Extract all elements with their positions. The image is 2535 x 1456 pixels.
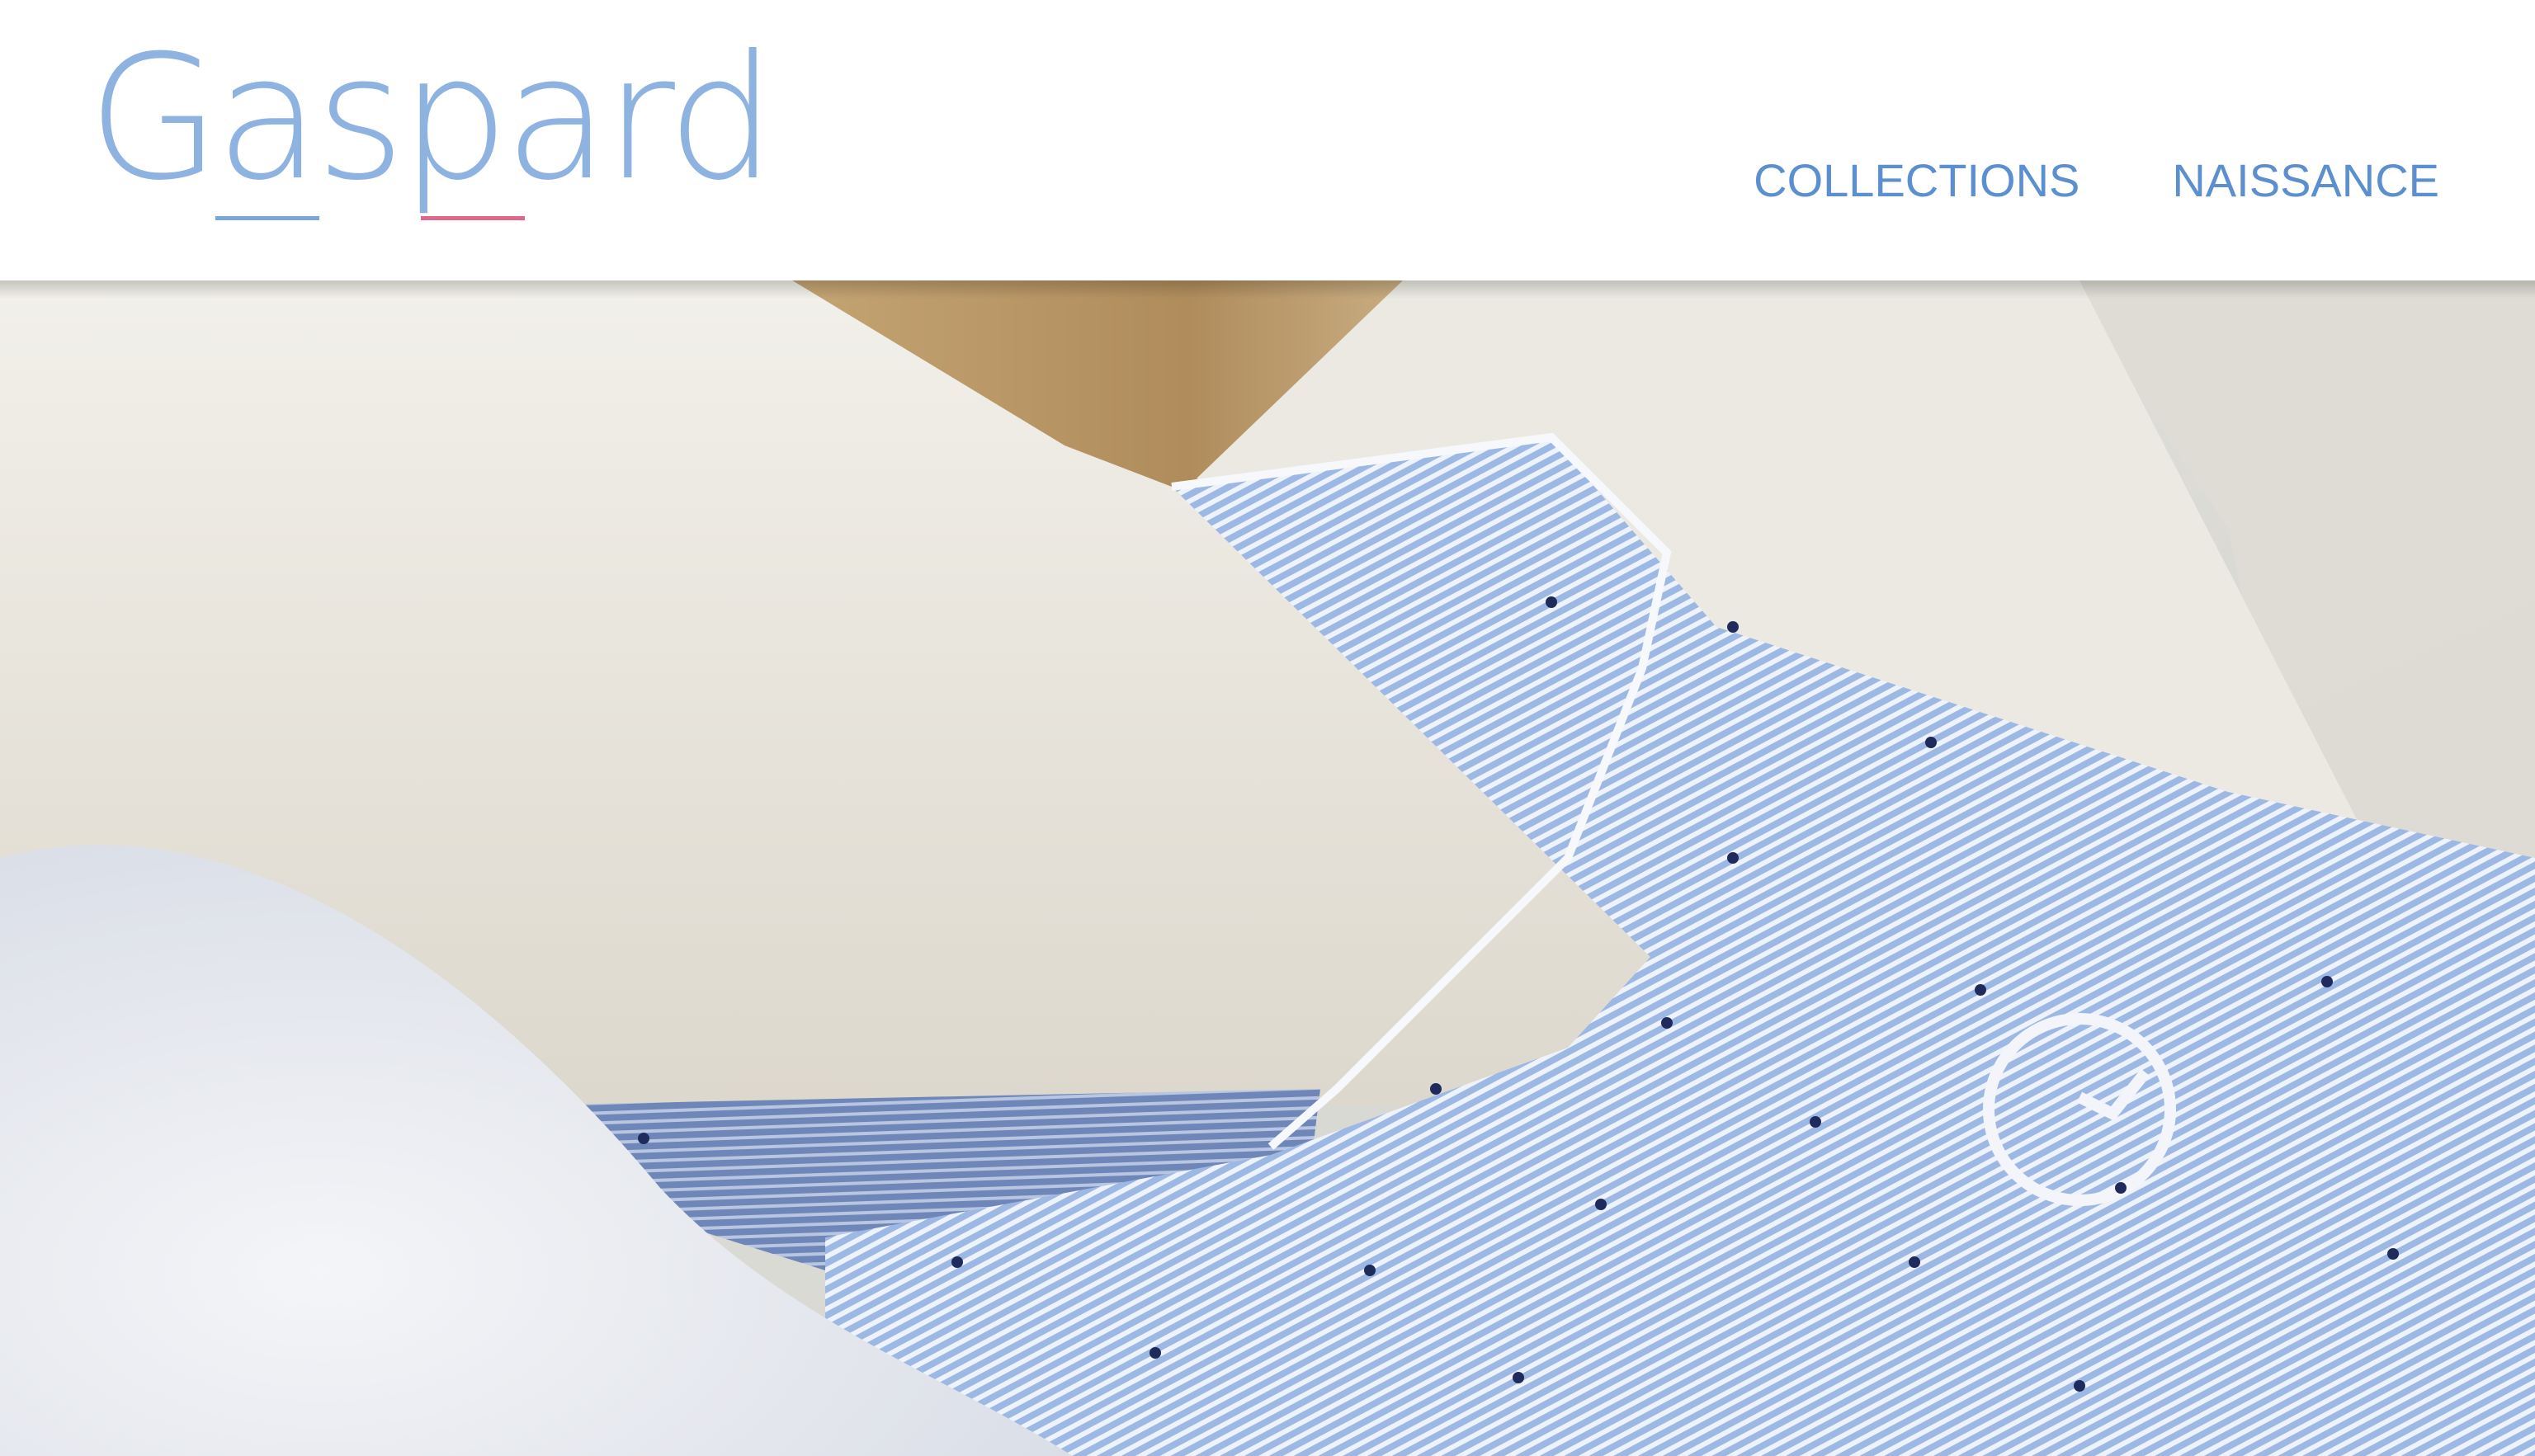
brand-logo-text: Gaspard xyxy=(87,19,776,219)
hero-image xyxy=(0,280,2535,1456)
logo-underline-blue xyxy=(215,216,319,220)
header-shadow xyxy=(0,280,2535,299)
main-nav: COLLECTIONS NAISSANCE xyxy=(1754,153,2439,207)
site-header: Gaspard COLLECTIONS NAISSANCE xyxy=(0,0,2535,280)
nav-naissance-link[interactable]: NAISSANCE xyxy=(2172,153,2439,207)
nav-collections-link[interactable]: COLLECTIONS xyxy=(1754,153,2079,207)
hero-photo-illustration xyxy=(0,280,2535,1456)
logo-underline-pink xyxy=(421,216,525,220)
brand-logo[interactable]: Gaspard xyxy=(87,33,776,231)
